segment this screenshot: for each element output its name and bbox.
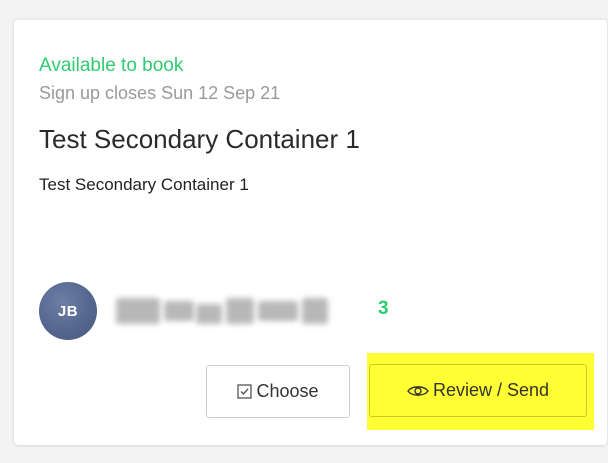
avatar: JB <box>39 282 97 340</box>
checkbox-icon <box>237 384 253 399</box>
signup-deadline: Sign up closes Sun 12 Sep 21 <box>39 83 281 103</box>
card-title: Test Secondary Container 1 <box>39 124 360 154</box>
choose-button[interactable]: Choose <box>206 365 350 418</box>
choose-button-label: Choose <box>256 381 319 401</box>
card-description: Test Secondary Container 1 <box>39 175 249 194</box>
avatar-initials: JB <box>57 302 79 320</box>
blurred-user-name <box>116 298 328 324</box>
availability-status: Available to book <box>39 55 184 76</box>
eye-icon <box>407 384 429 398</box>
booking-card: Available to book Sign up closes Sun 12 … <box>14 20 607 445</box>
review-send-button-label: Review / Send <box>432 380 550 400</box>
booking-count: 3 <box>378 298 389 319</box>
review-send-button[interactable]: Review / Send <box>369 364 587 417</box>
